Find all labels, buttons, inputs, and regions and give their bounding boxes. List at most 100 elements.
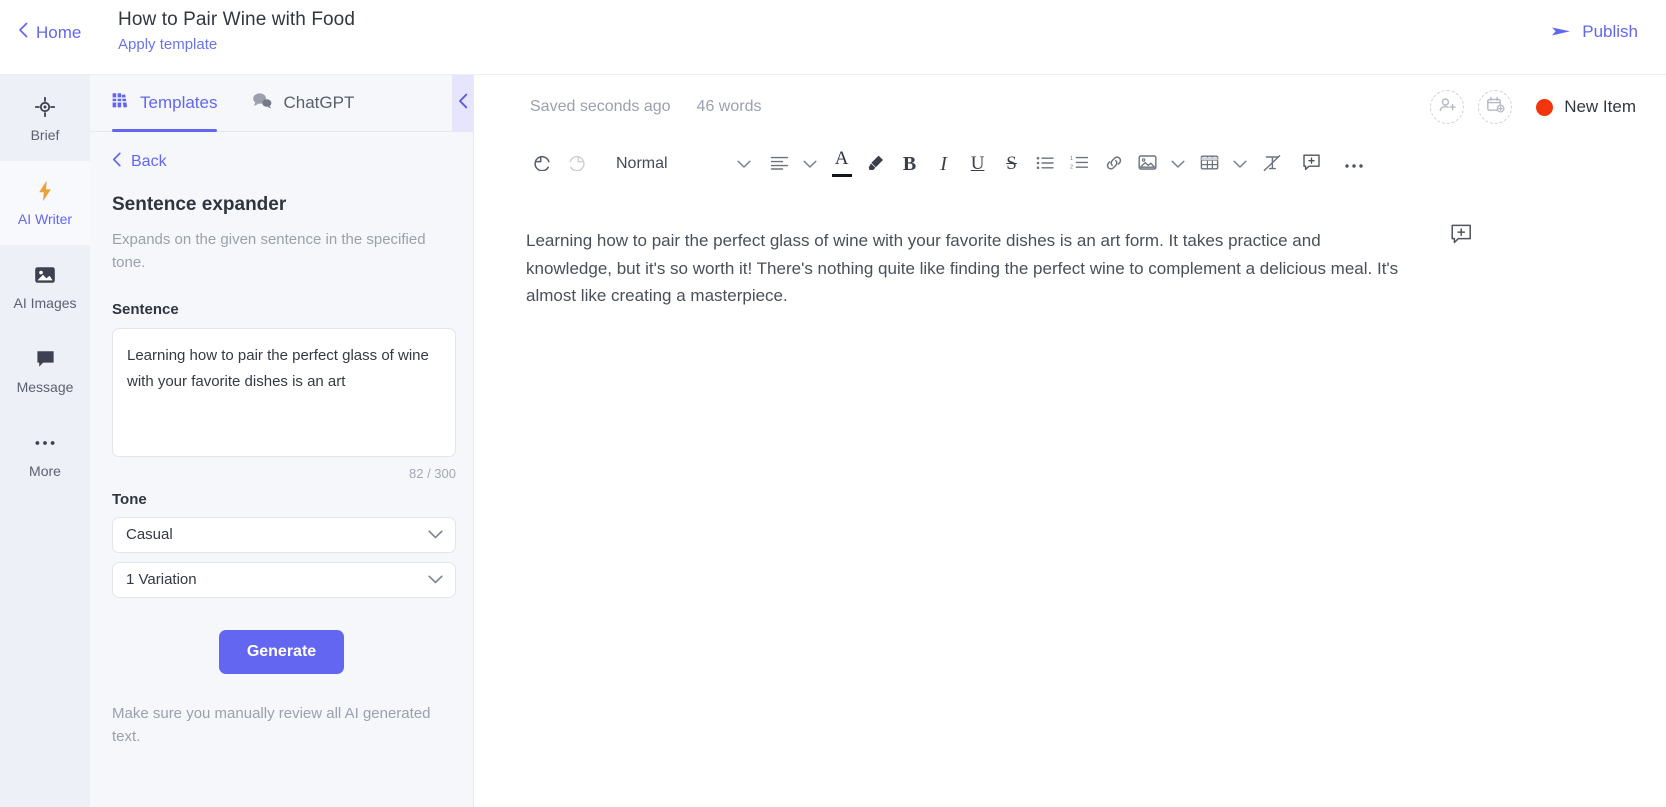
app-root: Home How to Pair Wine with Food Apply te…: [0, 0, 1666, 807]
panel-content: Back Sentence expander Expands on the gi…: [90, 132, 473, 807]
chevron-down-icon: [730, 148, 758, 180]
tone-select[interactable]: Casual: [112, 517, 456, 553]
sidebar-item-ai-writer[interactable]: AI Writer: [0, 161, 90, 245]
tab-label: Templates: [140, 93, 217, 113]
document-paragraph[interactable]: Learning how to pair the perfect glass o…: [526, 227, 1401, 310]
paragraph-style-select[interactable]: Normal: [612, 148, 758, 180]
chevron-left-icon: [458, 93, 469, 114]
sidebar-item-label: Message: [17, 379, 74, 395]
add-comment-icon: [1302, 153, 1321, 175]
undo-icon: [533, 154, 552, 174]
bullet-list-button[interactable]: [1030, 148, 1062, 180]
redo-button[interactable]: [560, 148, 592, 180]
highlight-button[interactable]: [860, 148, 892, 180]
back-button[interactable]: Back: [112, 152, 451, 172]
redo-icon: [567, 154, 586, 174]
target-icon: [35, 96, 55, 118]
tone-selected-value: Casual: [126, 526, 173, 543]
svg-text:1: 1: [1070, 156, 1073, 162]
clear-formatting-icon: [1262, 154, 1282, 175]
collapse-panel-button[interactable]: [452, 75, 474, 131]
italic-button[interactable]: I: [928, 148, 960, 180]
lightning-bolt-icon: [37, 180, 53, 202]
paragraph-style-value: Normal: [612, 155, 672, 173]
ellipsis-icon: [1344, 157, 1364, 172]
image-control[interactable]: [1132, 148, 1192, 180]
word-count: 46 words: [697, 98, 762, 116]
add-comment-icon: [1450, 233, 1473, 250]
tab-chatgpt[interactable]: ChatGPT: [251, 75, 354, 132]
add-person-button[interactable]: [1430, 90, 1464, 124]
variation-selected-value: 1 Variation: [126, 571, 197, 588]
publish-button[interactable]: Publish: [1551, 22, 1638, 42]
link-button[interactable]: [1098, 148, 1130, 180]
add-comment-toolbar-button[interactable]: [1296, 148, 1328, 180]
item-label: New Item: [1564, 97, 1636, 117]
template-panel: Templates ChatGPT: [90, 75, 474, 807]
panel-tabs: Templates ChatGPT: [90, 75, 473, 132]
variation-select[interactable]: 1 Variation: [112, 562, 456, 598]
page-title: How to Pair Wine with Food: [118, 9, 355, 31]
insert-table-button[interactable]: [1194, 148, 1226, 180]
more-options-button[interactable]: [1338, 148, 1370, 180]
bold-button[interactable]: B: [894, 148, 926, 180]
align-left-button[interactable]: [764, 148, 796, 180]
chat-bubble-icon: [35, 348, 56, 370]
svg-text:2: 2: [1070, 165, 1073, 170]
save-status: Saved seconds ago: [530, 98, 671, 116]
align-left-icon: [770, 156, 789, 173]
table-icon: [1200, 154, 1219, 174]
tone-field-label: Tone: [112, 491, 451, 508]
image-icon: [1138, 154, 1157, 174]
insert-image-button[interactable]: [1132, 148, 1164, 180]
sidebar-item-ai-images[interactable]: AI Images: [0, 245, 90, 329]
add-person-icon: [1438, 96, 1457, 119]
editor-meta-actions: New Item: [1430, 90, 1636, 124]
editor-meta-bar: Saved seconds ago 46 words: [474, 75, 1666, 139]
send-icon: [1551, 24, 1572, 41]
document-canvas[interactable]: Learning how to pair the perfect glass o…: [474, 189, 1666, 807]
align-control[interactable]: [764, 148, 824, 180]
home-back-link[interactable]: Home: [0, 0, 96, 43]
sidebar-item-more[interactable]: More: [0, 413, 90, 497]
numbered-list-icon: 1 2: [1070, 155, 1089, 173]
ellipsis-icon: [34, 432, 56, 454]
sidebar-item-label: AI Writer: [18, 211, 72, 227]
image-icon: [34, 264, 56, 286]
clear-formatting-button[interactable]: [1256, 148, 1288, 180]
strikethrough-button[interactable]: S: [996, 148, 1028, 180]
link-icon: [1104, 154, 1124, 175]
chevron-down-icon[interactable]: [796, 148, 824, 180]
italic-icon: I: [940, 153, 947, 176]
chevron-down-icon[interactable]: [1164, 148, 1192, 180]
generate-button[interactable]: Generate: [219, 630, 344, 674]
bullet-list-icon: [1036, 156, 1055, 173]
highlighter-icon: [866, 153, 886, 176]
numbered-list-button[interactable]: 1 2: [1064, 148, 1096, 180]
text-color-icon: A: [835, 148, 849, 170]
chevron-down-icon: [428, 526, 443, 543]
underline-button[interactable]: U: [962, 148, 994, 180]
add-comment-button[interactable]: [1450, 223, 1476, 249]
publish-label: Publish: [1582, 22, 1638, 42]
home-label: Home: [36, 23, 81, 43]
template-description: Expands on the given sentence in the spe…: [112, 228, 451, 275]
sidebar-item-label: AI Images: [13, 295, 76, 311]
tab-templates[interactable]: Templates: [112, 75, 217, 132]
chevron-left-icon: [18, 22, 29, 42]
item-status-chip[interactable]: New Item: [1536, 97, 1636, 117]
body-row: Brief AI Writer AI Images: [0, 75, 1666, 807]
table-control[interactable]: [1194, 148, 1254, 180]
editor-pane: Saved seconds ago 46 words: [474, 75, 1666, 807]
sidebar-item-brief[interactable]: Brief: [0, 77, 90, 161]
chevron-down-icon[interactable]: [1226, 148, 1254, 180]
editor-toolbar: Normal: [474, 139, 1666, 189]
sentence-input[interactable]: [112, 328, 456, 457]
sidebar-item-message[interactable]: Message: [0, 329, 90, 413]
apply-template-link[interactable]: Apply template: [118, 36, 355, 53]
add-calendar-event-button[interactable]: [1478, 90, 1512, 124]
ai-disclaimer: Make sure you manually review all AI gen…: [112, 702, 451, 749]
text-color-button[interactable]: A: [826, 148, 858, 180]
chevron-left-icon: [112, 152, 122, 172]
undo-button[interactable]: [526, 148, 558, 180]
